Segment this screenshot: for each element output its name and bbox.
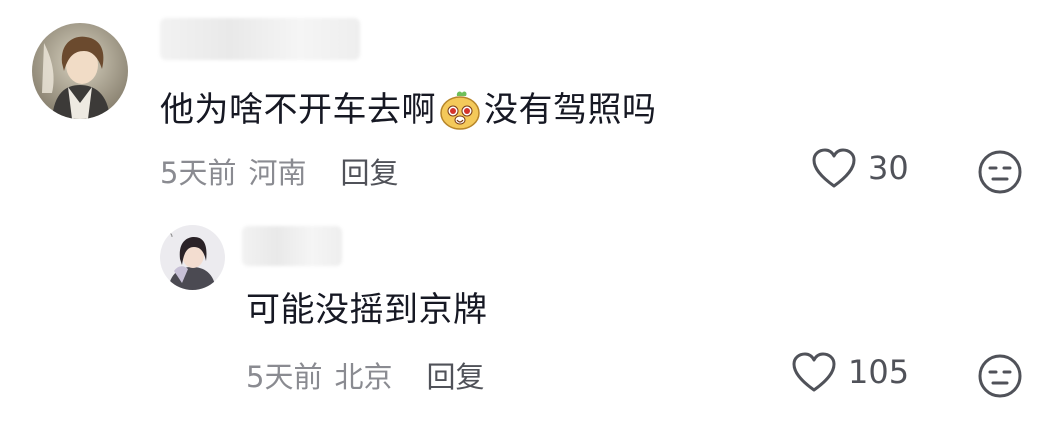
like-button[interactable]: 105	[790, 350, 909, 394]
comment-meta: 5天前 河南 回复	[160, 150, 398, 192]
dislike-button[interactable]	[976, 148, 1024, 196]
neutral-face-icon	[978, 150, 1022, 194]
commenter-name-blurred[interactable]	[160, 18, 360, 60]
commenter-avatar[interactable]	[32, 23, 128, 119]
comment-location: 河南	[248, 156, 307, 190]
neutral-face-icon	[978, 354, 1022, 398]
comment-time: 5天前	[160, 156, 237, 190]
avatar-image	[160, 225, 225, 290]
comment-text-part-1: 他为啥不开车去啊	[160, 90, 436, 130]
reply-button[interactable]: 回复	[426, 354, 484, 396]
reply-location: 北京	[334, 360, 393, 394]
avatar-image	[32, 23, 128, 119]
like-count: 105	[848, 353, 910, 391]
cute-face-emoji-icon	[438, 88, 482, 132]
comment-text-part-2: 没有驾照吗	[484, 90, 657, 130]
replier-avatar[interactable]	[160, 225, 225, 290]
like-count: 30	[868, 149, 909, 187]
reply-time: 5天前	[246, 360, 323, 394]
like-button[interactable]: 30	[810, 146, 909, 190]
heart-icon	[810, 146, 858, 190]
reply-text: 可能没摇到京牌	[246, 290, 488, 330]
reply-button[interactable]: 回复	[340, 150, 398, 192]
replier-name-blurred[interactable]	[242, 226, 342, 266]
comment-text: 他为啥不开车去啊 没有驾照吗	[160, 88, 657, 132]
comment-thread: 他为啥不开车去啊 没有驾照吗 5天前 河南 回复 30 可能没摇到京牌 5天前 …	[0, 0, 1062, 422]
dislike-button[interactable]	[976, 352, 1024, 400]
heart-icon	[790, 350, 838, 394]
reply-meta: 5天前 北京 回复	[246, 354, 484, 396]
